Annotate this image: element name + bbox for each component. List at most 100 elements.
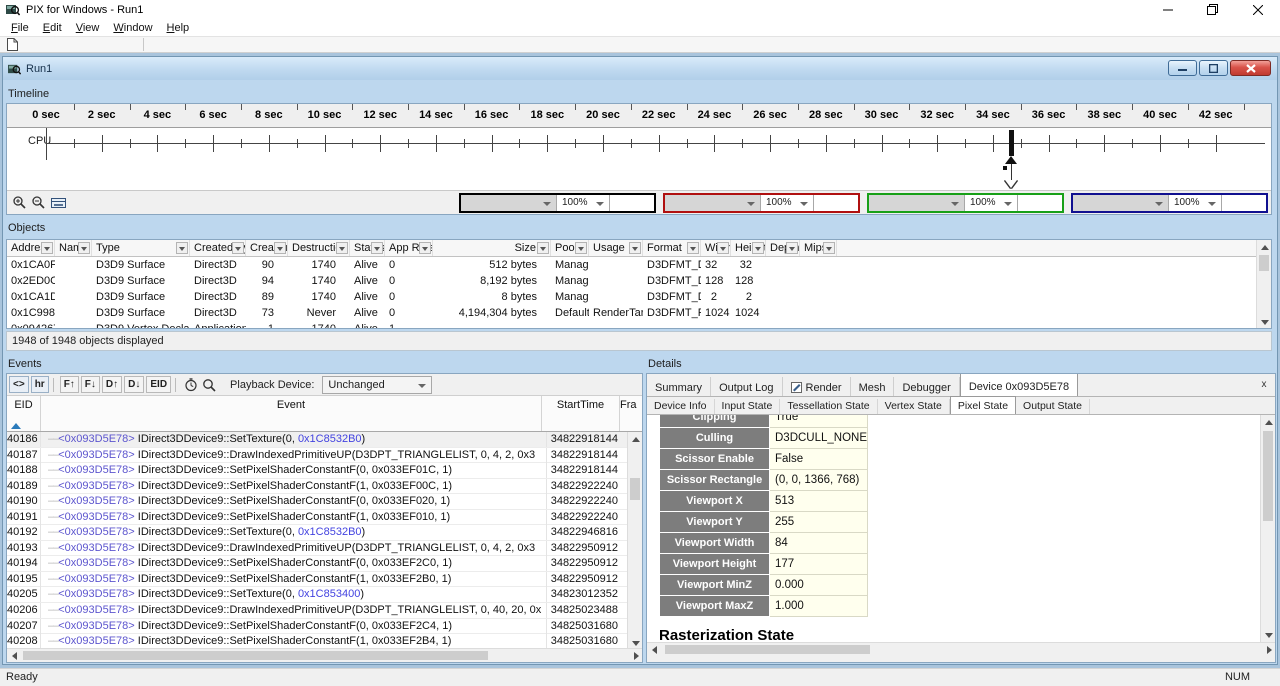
objects-col-destruction[interactable]: Destruction [288, 240, 350, 256]
events-toolbar-button-2[interactable]: hr [31, 376, 49, 393]
events-toolbar-button-5[interactable]: D↑ [102, 376, 122, 393]
object-link[interactable]: <0x093D5E78> [58, 588, 134, 600]
column-filter-dropdown-icon[interactable] [687, 242, 699, 254]
subtab-input-state[interactable]: Input State [715, 399, 781, 414]
tab-device-0x093d5e78[interactable]: Device 0x093D5E78 [960, 373, 1078, 396]
timeline-chart[interactable]: CPU [7, 128, 1271, 190]
object-link[interactable]: 0x1C853400 [298, 588, 360, 600]
marker-down-arrow-icon[interactable] [1005, 180, 1017, 188]
track-select[interactable] [1073, 195, 1169, 211]
event-row[interactable]: 40207––<0x093D5E78> IDirect3DDevice9::Se… [7, 619, 642, 635]
restore-button[interactable] [1190, 0, 1235, 19]
column-filter-dropdown-icon[interactable] [78, 242, 90, 254]
zoom-percent-select[interactable]: 100% [557, 195, 610, 211]
object-link[interactable]: <0x093D5E78> [58, 604, 134, 616]
objects-col-size[interactable]: Size [433, 240, 551, 256]
event-row[interactable]: 40186––<0x093D5E78> IDirect3DDevice9::Se… [7, 432, 642, 448]
scroll-down-icon[interactable] [1261, 320, 1269, 325]
scroll-up-icon[interactable] [1265, 420, 1273, 425]
menu-item-file[interactable]: File [4, 21, 36, 35]
state-value[interactable]: D3DCULL_NONE [770, 428, 868, 449]
column-filter-dropdown-icon[interactable] [176, 242, 188, 254]
state-value[interactable]: 177 [770, 554, 868, 575]
objects-col-mips[interactable]: Mips [800, 240, 837, 256]
scroll-down-icon[interactable] [632, 641, 640, 646]
event-row[interactable]: 40190––<0x093D5E78> IDirect3DDevice9::Se… [7, 494, 642, 510]
scroll-up-icon[interactable] [632, 437, 640, 442]
zoom-percent-select[interactable]: 100% [761, 195, 814, 211]
event-row[interactable]: 40191––<0x093D5E78> IDirect3DDevice9::Se… [7, 510, 642, 526]
object-link[interactable]: <0x093D5E78> [58, 495, 134, 507]
object-link[interactable]: <0x093D5E78> [58, 480, 134, 492]
column-filter-dropdown-icon[interactable] [232, 242, 244, 254]
playback-device-select[interactable]: Unchanged [322, 376, 432, 394]
tab-summary[interactable]: Summary [647, 377, 711, 396]
table-row[interactable]: 0x09426790D3D9 Vertex DeclarationApplica… [7, 321, 1271, 329]
events-toolbar-button-6[interactable]: D↓ [124, 376, 144, 393]
menu-item-edit[interactable]: Edit [36, 21, 69, 35]
objects-col-depth[interactable]: Depth [766, 240, 800, 256]
details-hscroll-thumb[interactable] [665, 645, 870, 654]
object-link[interactable]: <0x093D5E78> [58, 620, 134, 632]
column-filter-dropdown-icon[interactable] [419, 242, 431, 254]
subtab-tessellation-state[interactable]: Tessellation State [780, 399, 877, 414]
state-value[interactable]: 255 [770, 512, 868, 533]
events-toolbar-button-1[interactable]: <> [9, 376, 29, 393]
column-filter-dropdown-icon[interactable] [575, 242, 587, 254]
tab-render[interactable]: Render [783, 377, 851, 396]
child-maximize-button[interactable] [1199, 60, 1228, 76]
object-link[interactable]: <0x093D5E78> [58, 464, 134, 476]
state-value[interactable]: 84 [770, 533, 868, 554]
column-filter-dropdown-icon[interactable] [41, 242, 53, 254]
track-select[interactable] [665, 195, 761, 211]
objects-col-format[interactable]: Format [643, 240, 701, 256]
zoom-out-icon[interactable] [32, 196, 45, 209]
tab-output-log[interactable]: Output Log [711, 377, 782, 396]
event-row[interactable]: 40192––<0x093D5E78> IDirect3DDevice9::Se… [7, 525, 642, 541]
column-filter-dropdown-icon[interactable] [336, 242, 348, 254]
event-row[interactable]: 40193––<0x093D5E78> IDirect3DDevice9::Dr… [7, 541, 642, 557]
find-icon[interactable] [202, 378, 216, 392]
table-row[interactable]: 0x1CA1D5C0D3D9 SurfaceDirect3D891740Aliv… [7, 289, 1271, 305]
scroll-right-icon[interactable] [1267, 646, 1272, 654]
object-link[interactable]: <0x093D5E78> [58, 526, 134, 538]
object-link[interactable]: <0x093D5E78> [58, 511, 134, 523]
events-toolbar-button-4[interactable]: F↓ [81, 376, 100, 393]
column-filter-dropdown-icon[interactable] [274, 242, 286, 254]
events-hscroll-thumb[interactable] [23, 651, 488, 660]
state-value[interactable]: 0.000 [770, 575, 868, 596]
object-link[interactable]: <0x093D5E78> [58, 573, 134, 585]
column-filter-dropdown-icon[interactable] [537, 242, 549, 254]
state-value[interactable]: False [770, 449, 868, 470]
scroll-left-icon[interactable] [652, 646, 657, 654]
details-close-tab-button[interactable]: x [1257, 378, 1271, 392]
subtab-vertex-state[interactable]: Vertex State [878, 399, 950, 414]
state-value[interactable]: 1.000 [770, 596, 868, 617]
menu-item-help[interactable]: Help [160, 21, 197, 35]
objects-vscroll-thumb[interactable] [1259, 255, 1269, 271]
subtab-output-state[interactable]: Output State [1016, 399, 1090, 414]
objects-col-status[interactable]: Status [350, 240, 385, 256]
event-row[interactable]: 40195––<0x093D5E78> IDirect3DDevice9::Se… [7, 572, 642, 588]
minimize-button[interactable] [1145, 0, 1190, 19]
scroll-right-icon[interactable] [634, 652, 639, 660]
state-value[interactable]: (0, 0, 1366, 768) [770, 470, 868, 491]
event-row[interactable]: 40187––<0x093D5E78> IDirect3DDevice9::Dr… [7, 448, 642, 464]
scroll-up-icon[interactable] [1261, 245, 1269, 250]
track-select[interactable] [869, 195, 965, 211]
column-filter-dropdown-icon[interactable] [629, 242, 641, 254]
state-value[interactable]: 513 [770, 491, 868, 512]
events-toolbar-button-7[interactable]: EID [146, 376, 171, 393]
tab-debugger[interactable]: Debugger [894, 377, 959, 396]
scroll-down-icon[interactable] [1265, 633, 1273, 638]
tab-mesh[interactable]: Mesh [851, 377, 895, 396]
object-link[interactable]: <0x093D5E78> [58, 635, 134, 647]
objects-col-creation[interactable]: Creation [246, 240, 288, 256]
events-vscrollbar[interactable] [627, 432, 642, 650]
table-row[interactable]: 0x1CA0FAF0D3D9 SurfaceDirect3D901740Aliv… [7, 257, 1271, 273]
details-hscrollbar[interactable] [647, 642, 1276, 656]
column-filter-dropdown-icon[interactable] [717, 242, 729, 254]
column-filter-dropdown-icon[interactable] [823, 242, 835, 254]
zoom-percent-select[interactable]: 100% [965, 195, 1018, 211]
events-toolbar-button-3[interactable]: F↑ [60, 376, 79, 393]
